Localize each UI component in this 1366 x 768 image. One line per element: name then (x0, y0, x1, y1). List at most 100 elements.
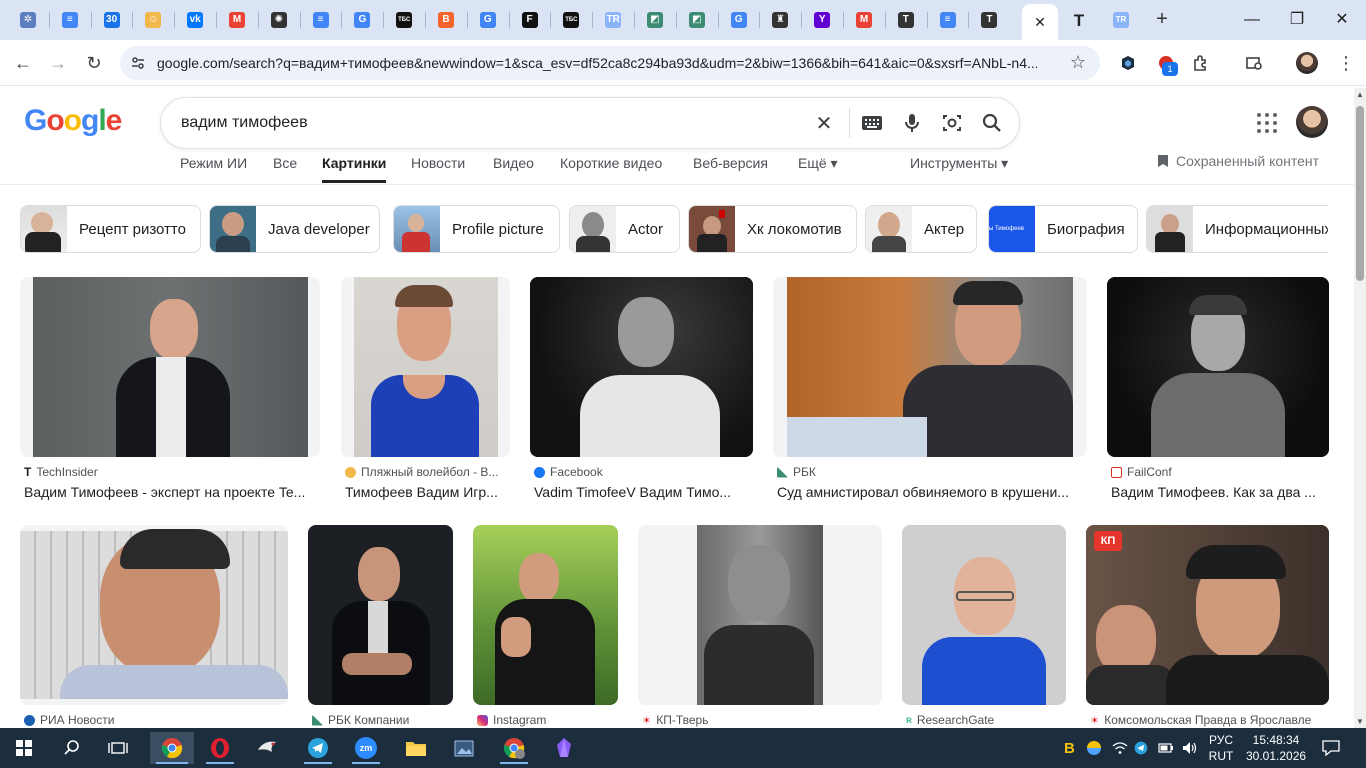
tab[interactable]: ТБС (387, 6, 421, 34)
tab[interactable]: ТБС (554, 6, 588, 34)
tab[interactable]: 30 (95, 6, 129, 34)
result-source[interactable]: Instagram (477, 713, 618, 727)
tab[interactable]: T (972, 6, 1006, 34)
extensions-puzzle-icon[interactable] (1190, 52, 1212, 74)
tab[interactable]: ≡ (931, 6, 965, 34)
result-source[interactable]: FailConf (1111, 465, 1329, 479)
reload-button[interactable]: ↻ (81, 50, 107, 76)
chip-biography[interactable]: ы Тимофеев Биография (988, 205, 1138, 253)
tab[interactable]: G (345, 6, 379, 34)
scroll-down-icon[interactable]: ▼ (1356, 717, 1364, 726)
tab[interactable]: G (722, 6, 756, 34)
image-result[interactable]: Instagram (473, 525, 618, 728)
chrome-profile-icon[interactable] (494, 732, 534, 764)
scroll-up-icon[interactable]: ▲ (1356, 90, 1364, 99)
tab[interactable]: ≡ (304, 6, 338, 34)
tools-button[interactable]: Инструменты ▾ (910, 155, 1008, 172)
page-scrollbar[interactable]: ▲ ▼ (1354, 88, 1366, 728)
menu-kebab-icon[interactable]: ⋮ (1335, 52, 1357, 74)
result-source[interactable]: ✶ КП-Тверь (642, 713, 882, 727)
result-source[interactable]: Facebook (534, 465, 753, 479)
tab[interactable]: ≡ (53, 6, 87, 34)
tab-videos[interactable]: Видео (493, 155, 534, 171)
tab[interactable]: vk (178, 6, 212, 34)
tab-ai-mode[interactable]: Режим ИИ (180, 155, 247, 171)
chip-actor[interactable]: Actor (569, 205, 680, 253)
tab-search-icon[interactable] (1243, 52, 1265, 74)
lens-camera-icon[interactable] (939, 110, 965, 136)
extension-shield-icon[interactable] (1117, 52, 1139, 74)
minimize-button[interactable]: — (1240, 8, 1264, 32)
weather-tray-icon[interactable] (1087, 728, 1101, 768)
tab[interactable]: ◩ (638, 6, 672, 34)
tab[interactable]: Y (805, 6, 839, 34)
tab-short-videos[interactable]: Короткие видео (560, 155, 662, 171)
photo-icon[interactable] (444, 732, 484, 764)
tab[interactable]: G (471, 6, 505, 34)
tab[interactable]: TR (596, 6, 630, 34)
telegram-icon[interactable] (298, 732, 338, 764)
opera-icon[interactable] (200, 732, 240, 764)
close-window-button[interactable]: ✕ (1330, 8, 1354, 32)
tab[interactable]: ◩ (680, 6, 714, 34)
result-image[interactable]: КП (1086, 525, 1329, 705)
result-image[interactable] (20, 525, 288, 705)
image-result[interactable]: ✶ КП-Тверь (638, 525, 882, 728)
google-apps-icon[interactable] (1256, 112, 1278, 134)
tab-all[interactable]: Все (273, 155, 297, 171)
yandex-tray-icon[interactable]: B (1064, 728, 1075, 768)
search-box[interactable]: вадим тимофеев ✕ (160, 97, 1020, 149)
tab-news[interactable]: Новости (411, 155, 465, 171)
bookmark-star-icon[interactable]: ☆ (1070, 52, 1086, 73)
tab-more[interactable]: Ещё ▾ (798, 155, 838, 172)
image-result[interactable]: FailConf Вадим Тимофеев. Как за два ... (1107, 277, 1329, 502)
chip-java-developer[interactable]: Java developer (209, 205, 380, 253)
image-result[interactable]: РБК Суд амнистировал обвиняемого в круше… (773, 277, 1087, 502)
google-logo[interactable]: Google (24, 104, 122, 138)
result-source[interactable]: РБК Компании (312, 713, 453, 727)
notifications-icon[interactable] (1322, 728, 1340, 768)
result-image[interactable] (902, 525, 1066, 705)
network-tray-icon[interactable] (1112, 728, 1128, 768)
folder-icon[interactable] (396, 732, 436, 764)
chip-hk-lokomotiv[interactable]: Хк локомотив (688, 205, 857, 253)
result-title[interactable]: Вадим Тимофеев - эксперт на проекте Te..… (24, 484, 320, 500)
tab-images[interactable]: Картинки (322, 155, 387, 183)
chip-profile-picture[interactable]: Profile picture (393, 205, 560, 253)
image-result[interactable]: Facebook Vadim TimofeeV Вадим Тимо... (530, 277, 753, 502)
result-source[interactable]: ʀ ResearchGate (906, 713, 1066, 727)
clear-icon[interactable]: ✕ (811, 110, 837, 136)
url-text[interactable]: google.com/search?q=вадим+тимофеев&newwi… (157, 55, 1037, 71)
battery-tray-icon[interactable] (1158, 728, 1174, 768)
tab[interactable]: ☺ (136, 6, 170, 34)
microphone-icon[interactable] (899, 110, 925, 136)
obsidian-icon[interactable] (544, 732, 584, 764)
search-input[interactable]: вадим тимофеев (181, 114, 308, 132)
chrome-icon[interactable] (150, 732, 194, 764)
tab[interactable]: M (220, 6, 254, 34)
volume-tray-icon[interactable] (1182, 728, 1198, 768)
result-source[interactable]: РИА Новости (24, 713, 288, 727)
search-icon[interactable] (52, 732, 92, 764)
result-image[interactable] (638, 525, 882, 705)
image-result[interactable]: T TechInsider Вадим Тимофеев - эксперт на… (20, 277, 320, 502)
task-view-icon[interactable] (98, 732, 138, 764)
tab[interactable]: M (847, 6, 881, 34)
tab[interactable]: T (1062, 6, 1096, 34)
result-source[interactable]: РБК (777, 465, 1087, 479)
image-result[interactable]: КП ✶ Комсомольская Правда в Ярославле (1086, 525, 1329, 728)
result-image[interactable] (473, 525, 618, 705)
input-language[interactable]: РУС RUT (1206, 732, 1236, 764)
windows-start-icon[interactable] (4, 732, 44, 764)
tab-web[interactable]: Веб-версия (693, 155, 768, 171)
profile-avatar[interactable] (1296, 52, 1318, 74)
image-result[interactable]: РБК Компании (308, 525, 453, 728)
search-icon[interactable] (979, 110, 1005, 136)
tab[interactable]: F (513, 6, 547, 34)
tab[interactable]: ✺ (262, 6, 296, 34)
tab[interactable]: T (889, 6, 923, 34)
close-tab-icon[interactable]: ✕ (1034, 14, 1046, 31)
back-button[interactable]: ← (10, 50, 36, 76)
result-title[interactable]: Вадим Тимофеев. Как за два ... (1111, 484, 1329, 500)
image-result[interactable]: Пляжный волейбол - В... Тимофеев Вадим И… (341, 277, 510, 502)
